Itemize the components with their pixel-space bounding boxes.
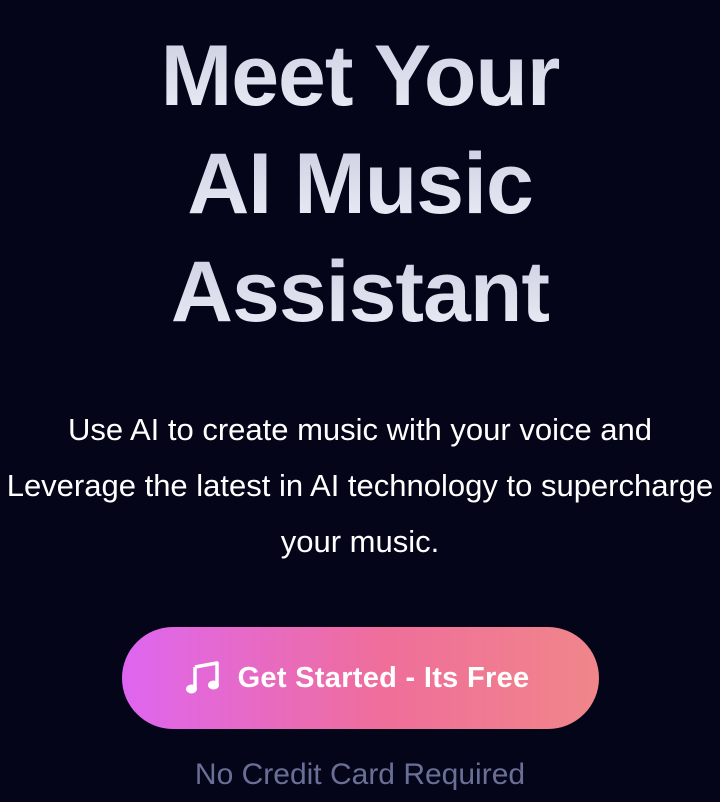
music-note-icon bbox=[184, 661, 222, 695]
get-started-label: Get Started - Its Free bbox=[237, 661, 530, 694]
headline-line-1: Meet Your bbox=[0, 22, 720, 130]
headline-line-2: AI Music bbox=[0, 130, 720, 238]
hero-headline: Meet Your AI Music Assistant bbox=[0, 22, 720, 346]
get-started-button[interactable]: Get Started - Its Free bbox=[122, 627, 599, 729]
hero-section: Meet Your AI Music Assistant Use AI to c… bbox=[0, 0, 720, 802]
headline-line-3: Assistant bbox=[0, 238, 720, 346]
hero-subtitle: Use AI to create music with your voice a… bbox=[6, 412, 714, 559]
no-credit-card-note: No Credit Card Required bbox=[194, 758, 526, 791]
